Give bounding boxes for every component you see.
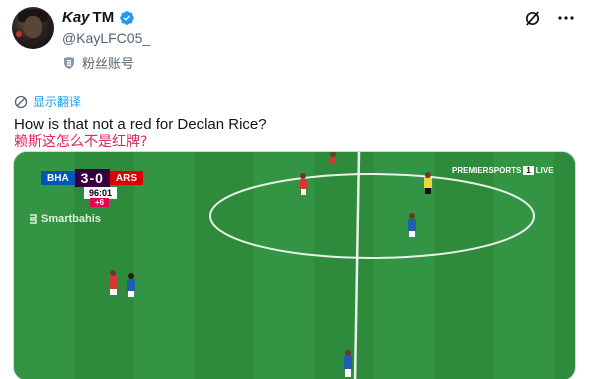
away-team: ARS: [109, 171, 144, 185]
scorebug: BHA 3-0 ARS: [41, 169, 144, 187]
tweet-video[interactable]: BHA 3-0 ARS 96:01 +6 PREMIERSPORTS 1 LIV…: [13, 151, 576, 379]
broadcaster-name: PREMIERSPORTS: [452, 166, 522, 175]
broadcaster-logo: PREMIERSPORTS 1 LIVE: [452, 166, 554, 175]
handle[interactable]: @KayLFC05_: [62, 30, 150, 46]
verified-badge-icon: [120, 10, 135, 25]
added-time: +6: [90, 198, 110, 207]
display-name-text[interactable]: Kay: [62, 9, 90, 26]
player-figure: [344, 350, 352, 377]
sponsor-watermark: Smartbahis: [28, 213, 101, 225]
fan-account-row: 粉丝账号: [62, 53, 134, 72]
player-figure: [127, 273, 135, 297]
translate-label[interactable]: 显示翻译: [33, 93, 81, 110]
fan-account-label: 粉丝账号: [82, 57, 135, 72]
grok-button[interactable]: [523, 9, 541, 27]
watermark-icon: [30, 214, 37, 224]
translate-icon: [14, 95, 28, 108]
fan-account-icon: [64, 56, 74, 69]
translate-button[interactable]: 显示翻译: [14, 93, 81, 110]
avatar-face: [24, 16, 42, 38]
tweet-translation: 赖斯这怎么不是红牌?: [14, 134, 148, 150]
top-actions: [523, 9, 575, 27]
display-name[interactable]: Kay TM: [62, 9, 135, 26]
live-label: LIVE: [535, 166, 554, 175]
watermark-text: Smartbahis: [41, 213, 101, 225]
avatar[interactable]: [12, 7, 54, 49]
more-icon: [558, 16, 574, 20]
player-figure: [300, 173, 307, 195]
broadcaster-channel: 1: [523, 166, 534, 175]
player-figure: [408, 213, 416, 237]
home-team: BHA: [41, 171, 75, 185]
more-button[interactable]: [557, 9, 575, 27]
score: 3-0: [74, 169, 110, 187]
avatar-accent: [16, 31, 22, 37]
player-figure: [330, 152, 336, 163]
display-name-tm: TM: [92, 9, 115, 26]
grok-icon: [525, 10, 539, 26]
referee-figure: [424, 172, 432, 194]
